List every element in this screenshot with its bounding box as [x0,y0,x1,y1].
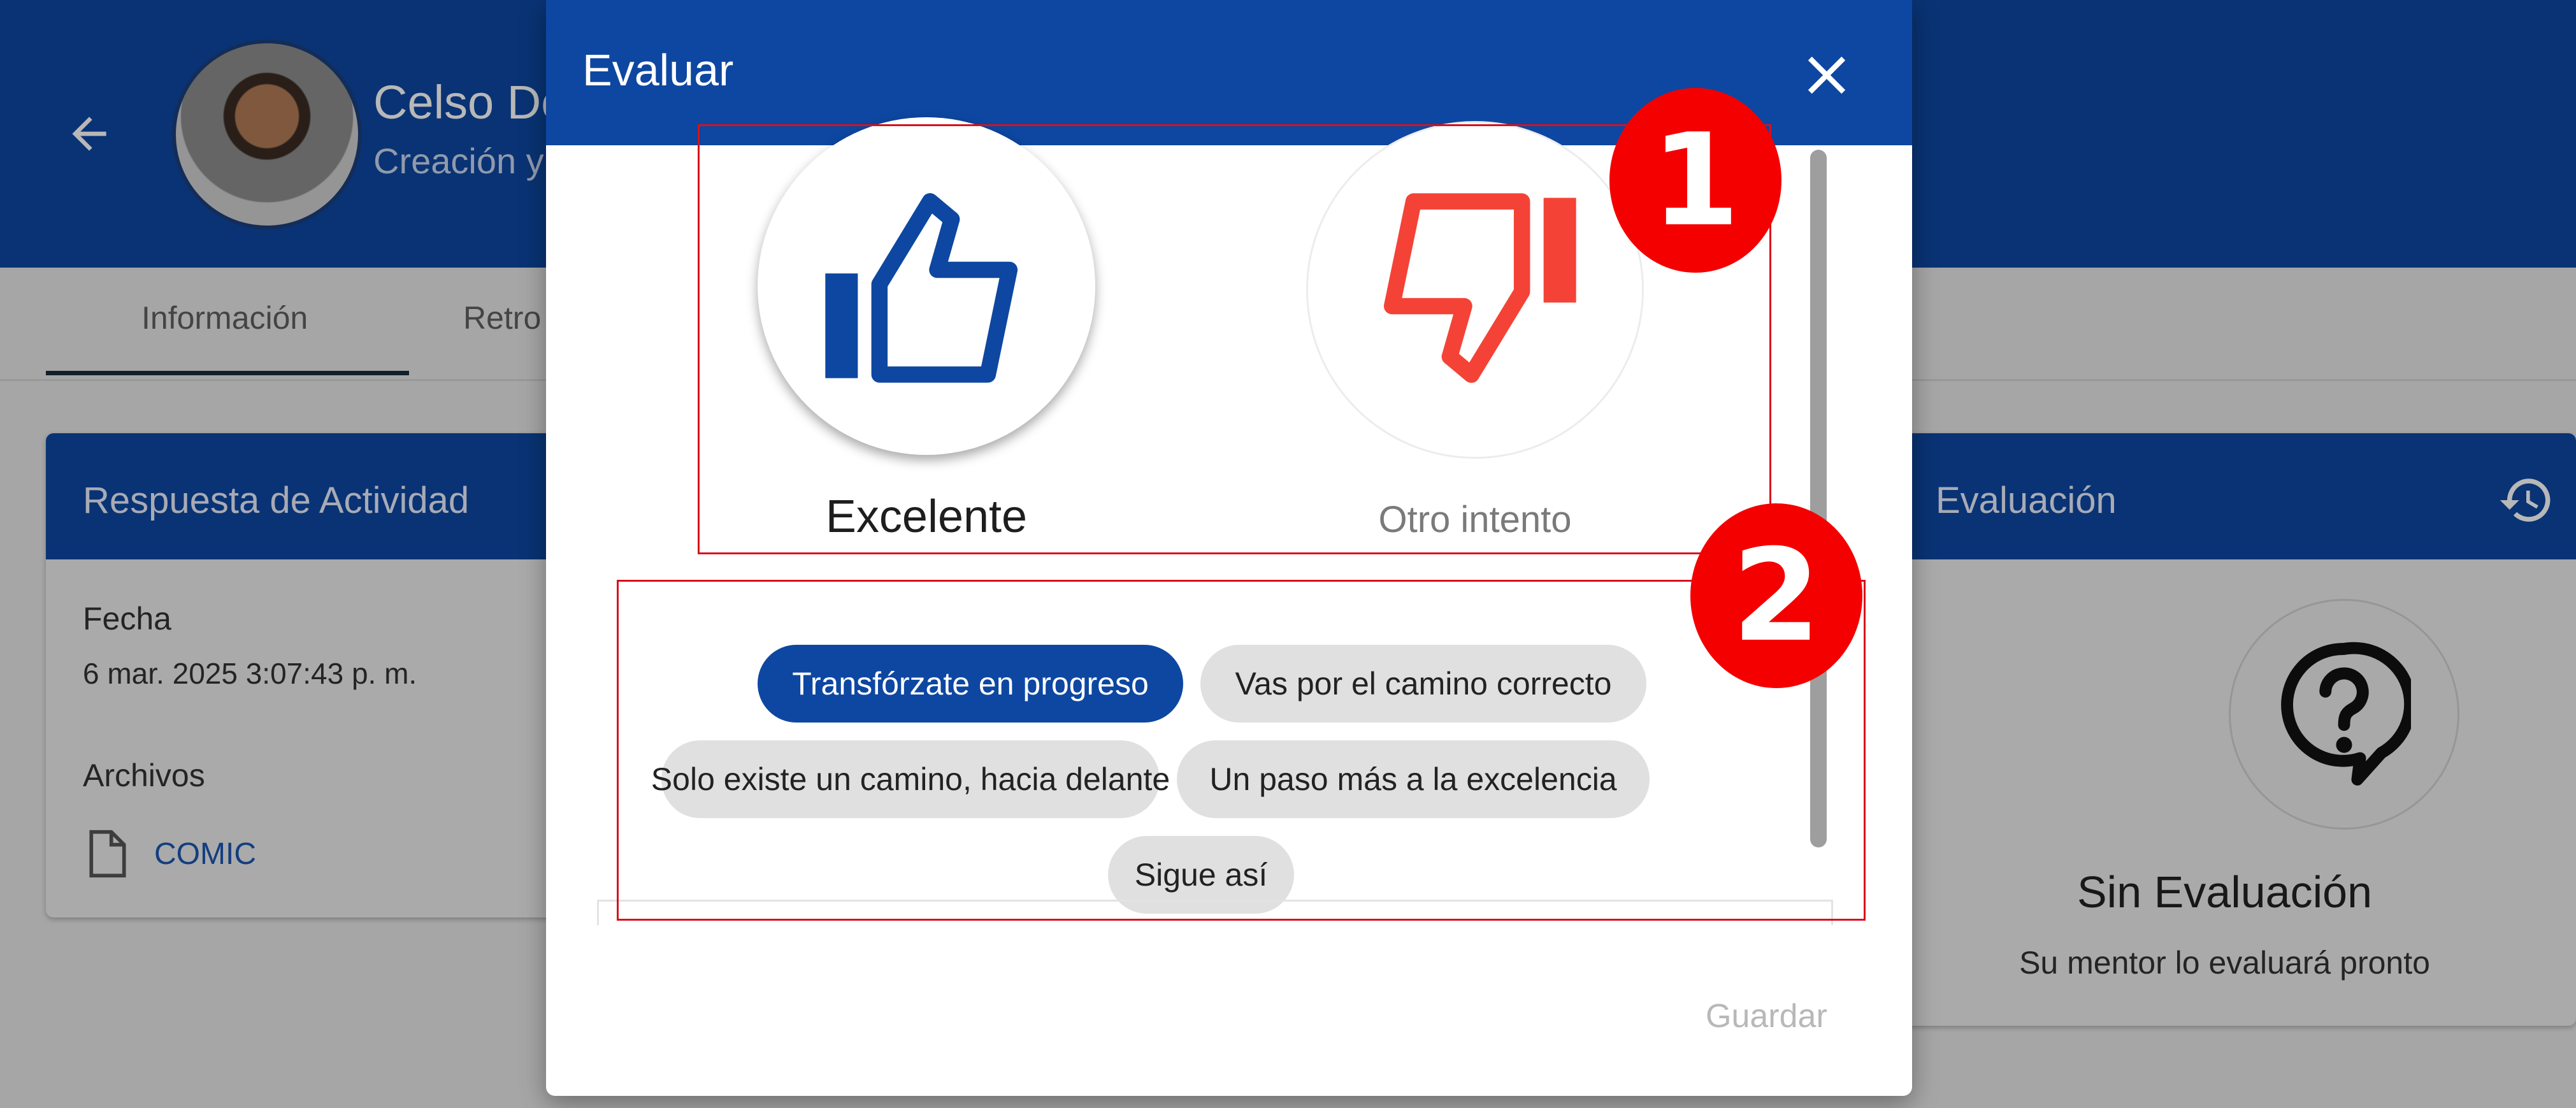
step-badge-2: 2 [1690,503,1862,688]
dialog-title: Evaluar [582,45,734,95]
save-button[interactable]: Guardar [1706,997,1827,1035]
highlight-box-2 [617,580,1866,921]
step-badge-1: 1 [1609,88,1781,273]
close-icon[interactable] [1795,43,1859,107]
